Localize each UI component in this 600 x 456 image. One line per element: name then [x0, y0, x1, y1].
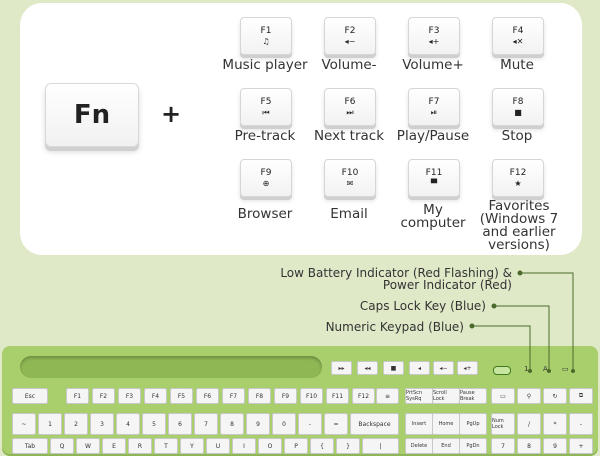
- key-t: T: [154, 438, 178, 454]
- key-q: Q: [50, 438, 74, 454]
- key-right-brace: }: [336, 438, 360, 454]
- key-y: Y: [180, 438, 204, 454]
- key-e: E: [102, 438, 126, 454]
- end-key: End: [432, 438, 460, 454]
- home-key: Home: [432, 413, 460, 435]
- key-3: 3: [90, 413, 114, 435]
- num-plus-key: +: [569, 438, 593, 454]
- kb-f11-key: F11: [326, 388, 349, 404]
- num-multiply-key: *: [543, 413, 567, 435]
- insert-key: Insert: [405, 413, 433, 435]
- key-pipe: |: [362, 438, 399, 454]
- refresh-icon: ↻: [543, 388, 567, 404]
- kb-f12-key: F12: [352, 388, 375, 404]
- key-4: 4: [116, 413, 140, 435]
- key-equals: =: [324, 413, 348, 435]
- key-i: I: [232, 438, 256, 454]
- kb-f2-key: F2: [92, 388, 115, 404]
- key-minus: -: [298, 413, 322, 435]
- backspace-key: Backspace: [350, 413, 399, 435]
- kb-f3-key: F3: [118, 388, 141, 404]
- kb-f8-key: F8: [248, 388, 271, 404]
- num-7-key: 7: [491, 438, 515, 454]
- key-2: 2: [64, 413, 88, 435]
- kb-f5-key: F5: [170, 388, 193, 404]
- key-8: 8: [220, 413, 244, 435]
- esc-key: Esc: [12, 388, 48, 404]
- num-lock-key: Num Lock: [491, 413, 515, 435]
- num-minus-key: -: [569, 413, 593, 435]
- key-o: O: [258, 438, 282, 454]
- kb-f4-key: F4: [144, 388, 167, 404]
- num-8-key: 8: [517, 438, 541, 454]
- window-icon: ⧉: [569, 388, 593, 404]
- key-left-brace: {: [310, 438, 334, 454]
- kb-f7-key: F7: [222, 388, 245, 404]
- key-r: R: [128, 438, 152, 454]
- kb-f9-key: F9: [274, 388, 297, 404]
- num-divide-key: /: [517, 413, 541, 435]
- tilde-key: ~: [12, 413, 36, 435]
- prtscn-key: PrtScn SysRq: [405, 388, 433, 404]
- num-9-key: 9: [543, 438, 567, 454]
- calculator-icon: ▭: [491, 388, 515, 404]
- scroll-lock-key: Scroll Lock: [432, 388, 460, 404]
- pgdn-key: PgDn: [459, 438, 487, 454]
- key-p: P: [284, 438, 308, 454]
- key-6: 6: [168, 413, 192, 435]
- kb-menu-key: ≡: [376, 388, 399, 404]
- key-w: W: [76, 438, 100, 454]
- kb-f10-key: F10: [300, 388, 323, 404]
- callout-leader-lines: [469, 270, 575, 373]
- delete-key: Delete: [405, 438, 433, 454]
- kb-f6-key: F6: [196, 388, 219, 404]
- pgup-key: PgUp: [459, 413, 487, 435]
- pause-break-key: Pause Break: [459, 388, 487, 404]
- search-icon: ⚲: [517, 388, 541, 404]
- key-u: U: [206, 438, 230, 454]
- key-1: 1: [38, 413, 62, 435]
- key-7: 7: [194, 413, 218, 435]
- key-5: 5: [142, 413, 166, 435]
- kb-f1-key: F1: [66, 388, 89, 404]
- tab-key: Tab: [12, 438, 48, 454]
- key-9: 9: [246, 413, 270, 435]
- key-0: 0: [272, 413, 296, 435]
